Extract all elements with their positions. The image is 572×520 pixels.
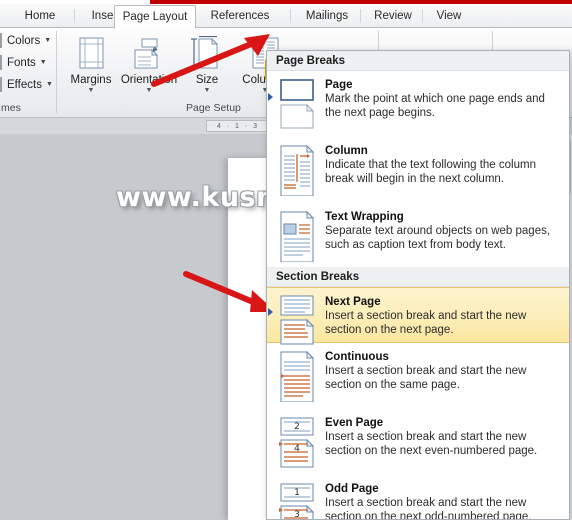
themes-group-label: mes: [1, 102, 21, 114]
chevron-down-icon: ▼: [87, 87, 95, 94]
ruler-marks: 4 · 1 · 3: [206, 120, 270, 132]
tab-home[interactable]: Home: [10, 4, 70, 28]
svg-text:1: 1: [294, 488, 300, 498]
tab-divider: [74, 9, 75, 23]
margins-button[interactable]: Margins ▼: [62, 32, 120, 100]
size-label: Size: [195, 74, 219, 86]
menu-section-header-page-breaks: Page Breaks: [267, 51, 569, 71]
svg-text:2: 2: [294, 422, 300, 432]
chevron-down-icon: ▼: [39, 59, 47, 66]
menu-item-title: Even Page: [325, 417, 384, 429]
tab-divider: [422, 9, 423, 23]
tab-divider: [360, 9, 361, 23]
menu-item-description: Insert a section break and start the new…: [325, 310, 527, 336]
menu-item-description: Insert a section break and start the new…: [325, 365, 527, 391]
tab-references[interactable]: References: [204, 4, 276, 28]
menu-item-text: Page Mark the point at which one page en…: [321, 78, 561, 130]
selection-marker-icon: [268, 308, 273, 316]
group-divider: [56, 31, 57, 113]
orientation-button[interactable]: Orientation ▼: [120, 32, 178, 100]
ribbon-tab-bar: Home Insert Page Layout References Maili…: [0, 4, 572, 29]
tab-page-layout[interactable]: Page Layout: [114, 5, 196, 29]
orientation-label: Orientation: [120, 74, 178, 86]
size-button[interactable]: Size ▼: [178, 32, 236, 100]
text-wrapping-break-icon: [275, 210, 321, 263]
theme-colors-label: Colors: [7, 34, 41, 47]
column-break-icon: [275, 144, 321, 197]
menu-item-description: Insert a section break and start the new…: [325, 431, 538, 457]
menu-item-description: Separate text around objects on web page…: [325, 225, 551, 251]
continuous-break-icon: [275, 350, 321, 403]
tab-view[interactable]: View: [428, 4, 470, 28]
menu-item-title: Continuous: [325, 351, 389, 363]
size-icon: [187, 35, 227, 72]
theme-fonts-button[interactable]: Fonts ▼: [2, 53, 47, 72]
menu-item-continuous[interactable]: Continuous Insert a section break and st…: [267, 343, 569, 409]
odd-page-break-icon: 1 3: [275, 482, 321, 520]
theme-fonts-label: Fonts: [7, 56, 36, 69]
menu-section-header-section-breaks: Section Breaks: [267, 267, 569, 287]
page-setup-group-label: Page Setup: [186, 102, 241, 114]
menu-item-text: Text Wrapping Separate text around objec…: [321, 210, 561, 260]
breaks-dropdown-menu: Page Breaks Page Mark the point at which…: [266, 50, 570, 520]
menu-item-description: Insert a section break and start the new…: [325, 497, 532, 520]
menu-item-title: Odd Page: [325, 483, 379, 495]
word-window: Home Insert Page Layout References Maili…: [0, 0, 572, 520]
menu-item-next-page[interactable]: Next Page Insert a section break and sta…: [267, 287, 569, 345]
menu-item-description: Indicate that the text following the col…: [325, 159, 536, 185]
orientation-icon: [129, 36, 169, 72]
menu-item-odd-page[interactable]: 1 3 Odd Page Insert a section break and …: [267, 475, 569, 520]
menu-item-description: Mark the point at which one page ends an…: [325, 93, 545, 119]
svg-text:4: 4: [294, 444, 300, 454]
theme-effects-label: Effects: [7, 78, 42, 91]
menu-item-title: Page: [325, 79, 353, 91]
margins-icon: [71, 36, 111, 72]
menu-item-text: Odd Page Insert a section break and star…: [321, 482, 561, 520]
menu-item-title: Text Wrapping: [325, 211, 404, 223]
menu-item-text: Even Page Insert a section break and sta…: [321, 416, 561, 468]
chevron-down-icon: ▼: [203, 87, 211, 94]
chevron-down-icon: ▼: [45, 81, 53, 88]
chevron-down-icon: ▼: [44, 37, 52, 44]
menu-item-text: Continuous Insert a section break and st…: [321, 350, 561, 402]
margins-label: Margins: [70, 74, 112, 86]
tab-divider: [290, 9, 291, 23]
menu-item-text-wrapping[interactable]: Text Wrapping Separate text around objec…: [267, 203, 569, 267]
selection-marker-icon: [268, 93, 273, 101]
tab-mailings[interactable]: Mailings: [296, 4, 358, 28]
theme-colors-button[interactable]: Colors ▼: [2, 31, 51, 50]
menu-item-text: Column Indicate that the text following …: [321, 144, 561, 196]
tab-review[interactable]: Review: [366, 4, 420, 28]
menu-item-column[interactable]: Column Indicate that the text following …: [267, 137, 569, 203]
page-break-icon: [275, 78, 321, 130]
menu-item-title: Next Page: [325, 296, 381, 308]
chevron-down-icon: ▼: [145, 87, 153, 94]
next-page-break-icon: [275, 295, 321, 347]
menu-item-even-page[interactable]: 2 4 Even Page Insert a section break and…: [267, 409, 569, 475]
menu-item-title: Column: [325, 145, 368, 157]
svg-text:3: 3: [294, 510, 300, 520]
theme-effects-button[interactable]: Effects ▼: [2, 75, 53, 94]
even-page-break-icon: 2 4: [275, 416, 321, 468]
menu-item-text: Next Page Insert a section break and sta…: [321, 295, 561, 336]
menu-item-page[interactable]: Page Mark the point at which one page en…: [267, 71, 569, 137]
